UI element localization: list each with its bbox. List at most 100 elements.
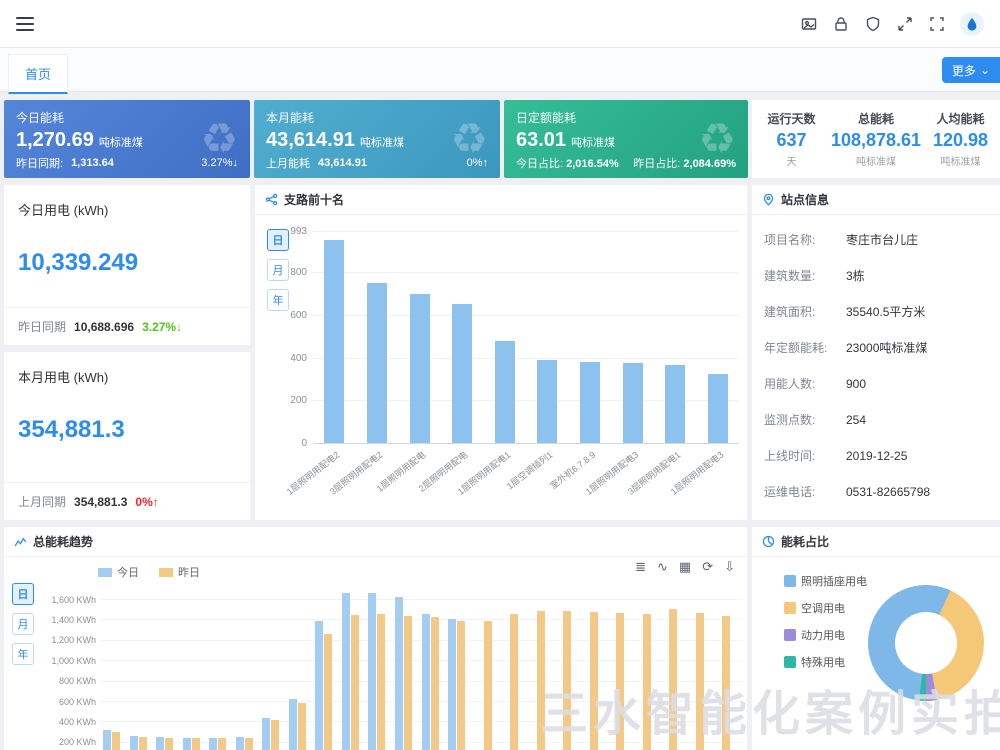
compare-value: 354,881.3	[74, 495, 127, 509]
top-bar	[0, 0, 1000, 48]
y-axis-tick: 400 KWh	[10, 717, 96, 727]
trend-bar-今日	[262, 718, 270, 750]
branch-range-toggles: 日 月 年	[267, 229, 289, 311]
trend-bar-今日	[130, 736, 138, 750]
trend-bar-昨日	[218, 738, 226, 750]
trend-bar-chart: 1,600 KWh1,400 KWh1,200 KWh1,000 KWh800 …	[10, 593, 743, 750]
branch-bar-chart: 02004006008009931层照明用配电23层照明用配电21层照明用配电2…	[313, 231, 739, 443]
trend-bar-昨日	[510, 614, 518, 750]
today-power-card: 今日用电 (kWh) 10,339.249 昨日同期 10,688.696 3.…	[4, 185, 250, 345]
x-axis-label: 1层照明用配电2	[268, 448, 342, 510]
trend-bar-今日	[368, 593, 376, 750]
compare-label: 昨日同期	[18, 318, 66, 335]
branch-bar	[623, 363, 643, 443]
pie-icon	[762, 535, 775, 548]
more-label: 更多	[952, 62, 976, 79]
gridline	[100, 599, 743, 600]
branch-icon	[265, 193, 278, 206]
legend-hvac[interactable]: 空调用电	[784, 600, 867, 616]
card-sub-value: 2,016.54%	[566, 158, 619, 170]
panel-title: 今日用电 (kWh)	[4, 185, 250, 219]
branch-bar	[665, 365, 685, 443]
bar-chart-icon[interactable]: ▦	[679, 560, 691, 573]
legend-lighting[interactable]: 照明插座用电	[784, 573, 867, 589]
stat-label: 人均能耗	[921, 110, 1000, 127]
trend-bar-今日	[315, 621, 323, 750]
data-view-icon[interactable]: ≣	[635, 560, 646, 573]
legend-yesterday[interactable]: 昨日	[159, 564, 200, 580]
card-quota-energy: 日定额能耗 63.01吨标准煤 今日占比: 2,016.54% 昨日占比: 2,…	[504, 100, 748, 178]
trend-bar-昨日	[165, 738, 173, 750]
card-sub-value: 43,614.91	[318, 157, 367, 169]
line-chart-icon[interactable]: ∿	[657, 560, 668, 573]
toggle-month[interactable]: 月	[267, 259, 289, 281]
lock-icon[interactable]	[832, 15, 850, 33]
legend-power[interactable]: 动力用电	[784, 627, 867, 643]
refresh-icon[interactable]: ⟳	[702, 560, 713, 573]
trend-bar-昨日	[404, 616, 412, 750]
gridline	[313, 443, 739, 444]
branch-top10-panel: 支路前十名 日 月 年 02004006008009931层照明用配电23层照明…	[255, 185, 747, 520]
site-row: 年定额能耗:23000吨标准煤	[752, 338, 1000, 359]
site-row: 上线时间:2019-12-25	[752, 446, 1000, 467]
card-today-energy: 今日能耗 1,270.69吨标准煤 昨日同期: 1,313.64 3.27%↓ …	[4, 100, 250, 178]
shield-icon[interactable]	[864, 15, 882, 33]
app-logo[interactable]	[960, 12, 984, 36]
trend-bar-昨日	[192, 738, 200, 750]
trend-bar-昨日	[616, 613, 624, 750]
trend-icon	[14, 535, 27, 548]
card-value: 1,270.69	[16, 129, 94, 151]
download-icon[interactable]: ⇩	[724, 560, 735, 573]
stat-unit: 天	[752, 153, 831, 168]
branch-bar	[410, 294, 430, 443]
legend-swatch	[98, 568, 112, 577]
trend-bar-昨日	[298, 703, 306, 750]
trend-bar-今日	[103, 730, 111, 750]
toggle-month[interactable]: 月	[12, 613, 34, 635]
toggle-year[interactable]: 年	[12, 643, 34, 665]
screenshot-icon[interactable]	[800, 15, 818, 33]
trend-bar-昨日	[431, 617, 439, 750]
compare-label: 上月同期	[18, 493, 66, 510]
expand-icon[interactable]	[896, 15, 914, 33]
trend-bar-昨日	[271, 720, 279, 750]
more-button[interactable]: 更多 ⌄	[942, 57, 1000, 83]
trend-bar-昨日	[590, 612, 598, 750]
toggle-year[interactable]: 年	[267, 289, 289, 311]
energy-share-panel: 能耗占比 照明插座用电 空调用电 动力用电 特殊用电	[752, 527, 1000, 750]
recycle-icon: ♻	[698, 118, 736, 160]
stat-unit: 吨标准煤	[831, 153, 921, 168]
trend-bar-昨日	[351, 615, 359, 750]
energy-dashboard: { "tabs": { "home": "首页", "more": "更多" }…	[0, 0, 1000, 750]
stat-label: 运行天数	[752, 110, 831, 127]
trend-bar-昨日	[377, 614, 385, 750]
branch-bar	[324, 240, 344, 443]
toggle-day[interactable]: 日	[12, 583, 34, 605]
branch-bar	[452, 304, 472, 443]
card-unit: 吨标准煤	[99, 137, 143, 149]
card-unit: 吨标准煤	[360, 137, 404, 149]
y-axis-tick: 800 KWh	[10, 676, 96, 686]
legend-special[interactable]: 特殊用电	[784, 654, 867, 670]
site-info-rows: 项目名称:枣庄市台儿庄 建筑数量:3栋 建筑面积:35540.5平方米 年定额能…	[752, 230, 1000, 503]
trend-bar-昨日	[669, 609, 677, 750]
energy-trend-panel: 总能耗趋势 今日 昨日 ≣ ∿ ▦ ⟳ ⇩ 日 月 年 1,600 KWh1,4…	[4, 527, 747, 750]
energy-share-donut	[868, 585, 984, 701]
panel-title: 支路前十名	[284, 191, 344, 208]
pie-legend: 照明插座用电 空调用电 动力用电 特殊用电	[784, 573, 867, 670]
card-sub-label2: 昨日占比:	[633, 158, 680, 170]
card-value: 43,614.91	[266, 129, 355, 151]
fullscreen-icon[interactable]	[928, 15, 946, 33]
trend-bar-昨日	[484, 621, 492, 750]
y-axis-tick: 600 KWh	[10, 697, 96, 707]
menu-icon[interactable]	[16, 17, 34, 31]
tab-home[interactable]: 首页	[8, 54, 68, 94]
chevron-down-icon: ⌄	[980, 63, 990, 77]
y-axis-tick: 600	[267, 310, 307, 321]
y-axis-tick: 0	[267, 438, 307, 449]
legend-swatch	[784, 629, 796, 641]
toggle-day[interactable]: 日	[267, 229, 289, 251]
legend-today[interactable]: 今日	[98, 564, 139, 580]
card-month-energy: 本月能耗 43,614.91吨标准煤 上月能耗 43,614.91 0%↑ ♻	[254, 100, 500, 178]
trend-bar-昨日	[324, 634, 332, 750]
